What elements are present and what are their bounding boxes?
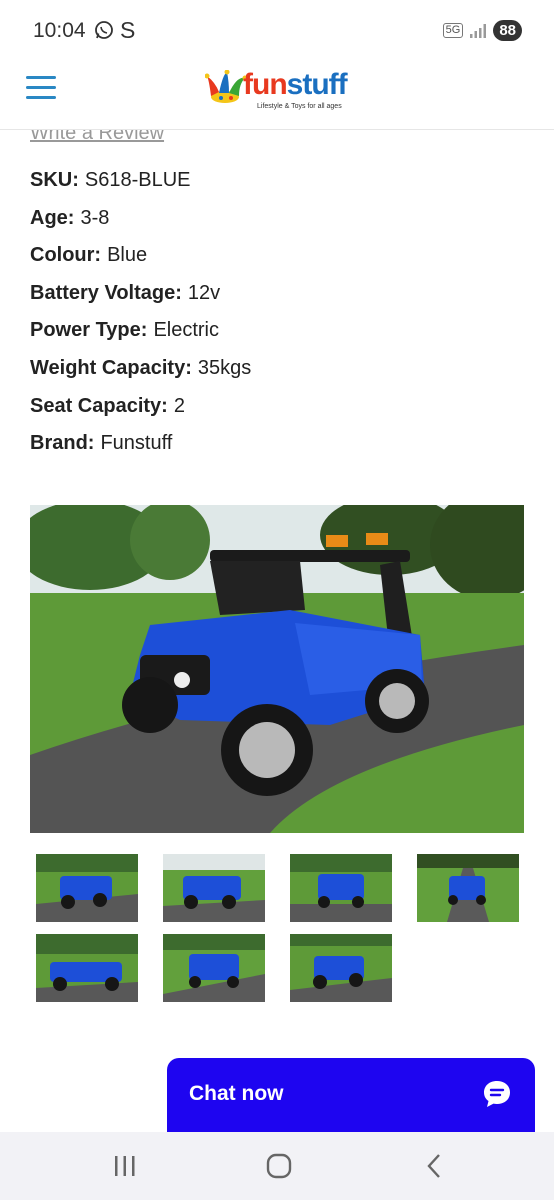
spec-value: 35kgs (197, 356, 252, 379)
thumbnail-image (290, 934, 392, 1002)
spec-value: 3-8 (80, 206, 110, 229)
spec-key: Weight Capacity: (30, 356, 192, 379)
spec-value: 2 (173, 394, 185, 417)
spec-row-brand: Brand: Funstuff (30, 429, 251, 467)
main-product-image[interactable] (30, 505, 524, 833)
spec-value: 12v (187, 281, 221, 304)
jester-hat-icon (205, 70, 247, 103)
spec-row-power-type: Power Type: Electric (30, 316, 251, 354)
thumbnail-image (36, 854, 138, 922)
logo-tagline: Lifestyle & Toys for all ages (257, 103, 342, 110)
spec-value: Funstuff (100, 432, 173, 455)
carrier-s-icon: S (120, 17, 136, 43)
status-system: 5G 88 (442, 20, 522, 41)
spec-row-weight-capacity: Weight Capacity: 35kgs (30, 354, 251, 392)
whatsapp-icon (95, 21, 113, 39)
thumbnail-1[interactable] (36, 854, 138, 922)
spec-key: SKU: (30, 169, 79, 191)
thumbnail-image (163, 934, 265, 1002)
status-notifications: S (94, 17, 136, 43)
spec-row-age: Age: 3-8 (30, 204, 251, 242)
spec-value: S618-BLUE (84, 169, 191, 191)
spec-key: Battery Voltage: (30, 281, 182, 304)
chat-bubble-icon (484, 1081, 510, 1107)
hamburger-menu-button[interactable] (26, 76, 56, 104)
menu-line-icon (26, 86, 56, 89)
menu-line-icon (26, 76, 56, 79)
spec-key: Colour: (30, 244, 102, 267)
chat-now-label: Chat now (189, 1082, 284, 1105)
logo-fun: fun (243, 68, 288, 101)
spec-row-battery-voltage: Battery Voltage: 12v (30, 279, 251, 317)
recent-apps-icon[interactable] (110, 1152, 140, 1180)
spec-key: Age: (30, 206, 75, 229)
thumbnail-4[interactable] (417, 854, 519, 922)
battery-level: 88 (493, 20, 522, 41)
logo-wordmark: funstuff (243, 68, 348, 102)
thumbnail-image (417, 854, 519, 922)
system-nav-bar (0, 1132, 554, 1200)
status-bar: 10:04 S 5G 88 (0, 0, 554, 62)
chat-now-button[interactable]: Chat now (167, 1058, 535, 1132)
spec-row-colour: Colour: Blue (30, 241, 251, 279)
thumbnail-image (290, 854, 392, 922)
menu-line-icon (26, 96, 56, 99)
spec-row-sku: SKU: S618-BLUE (30, 166, 251, 204)
thumbnail-5[interactable] (36, 934, 138, 1002)
home-icon[interactable] (264, 1152, 294, 1180)
spec-key: Seat Capacity: (30, 394, 168, 417)
thumbnail-image (163, 854, 265, 922)
spec-list: SKU: S618-BLUE Age: 3-8 Colour: Blue Batter… (30, 166, 251, 467)
network-type: 5G (442, 23, 464, 38)
spec-key: Power Type: (30, 319, 148, 342)
signal-icon (470, 23, 487, 38)
logo-stuff: stuff (286, 68, 348, 101)
spec-row-seat-capacity: Seat Capacity: 2 (30, 392, 251, 430)
ride-on-jeep-photo (30, 505, 524, 833)
spec-value: Electric (153, 319, 220, 342)
status-time: 10:04 (33, 19, 86, 42)
spec-value: Blue (107, 244, 148, 267)
back-icon[interactable] (420, 1152, 450, 1180)
thumbnail-7[interactable] (290, 934, 392, 1002)
spec-key: Brand: (30, 432, 95, 455)
thumbnail-2[interactable] (163, 854, 265, 922)
site-logo[interactable]: funstuff Lifestyle & Toys for all ages (205, 68, 355, 112)
thumbnail-image (36, 934, 138, 1002)
site-header: funstuff Lifestyle & Toys for all ages (0, 62, 554, 130)
thumbnail-6[interactable] (163, 934, 265, 1002)
thumbnail-3[interactable] (290, 854, 392, 922)
